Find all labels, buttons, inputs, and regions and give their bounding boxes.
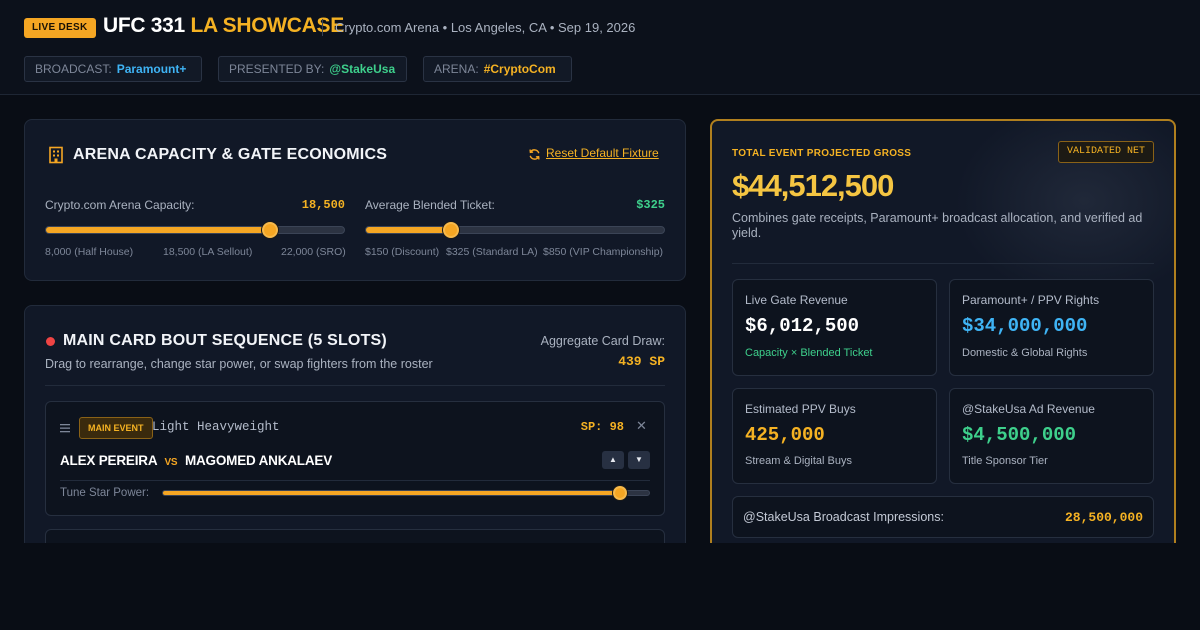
impressions-card: @StakeUsa Broadcast Impressions: 28,500,…	[732, 496, 1154, 538]
chip-value: @StakeUsa	[329, 62, 396, 76]
capacity-value: 18,500	[301, 198, 345, 212]
arena-chip[interactable]: ARENA: #CryptoCom	[423, 56, 572, 82]
card-value: $34,000,000	[962, 315, 1088, 337]
live-dot-icon	[46, 337, 55, 346]
bout-star-power: SP: 98	[580, 420, 624, 434]
chip-value: #CryptoCom	[483, 62, 556, 76]
card-value: $6,012,500	[745, 315, 860, 337]
arrow-down-icon: ▼	[635, 455, 643, 464]
validated-net-badge: VALIDATED NET	[1058, 141, 1155, 163]
aggregate-draw-label: Aggregate Card Draw:	[540, 334, 665, 348]
ad-revenue-card: @StakeUsa Ad Revenue $4,500,000 Title Sp…	[949, 388, 1154, 484]
card-sub: Capacity × Blended Ticket	[745, 347, 873, 359]
chip-key: ARENA:	[434, 62, 479, 76]
capacity-tick-mid: 18,500 (LA Sellout)	[163, 246, 253, 258]
top-header: LIVE DESK UFC 331 LA SHOWCASE Crypto.com…	[0, 0, 1200, 95]
star-power-thumb[interactable]	[612, 486, 627, 500]
capacity-tick-max: 22,000 (SRO)	[281, 246, 346, 258]
live-gate-card: Live Gate Revenue $6,012,500 Capacity × …	[732, 279, 937, 376]
vs-label: VS	[164, 457, 178, 468]
fighter-b[interactable]: MAGOMED ANKALAEV	[185, 453, 332, 468]
capacity-tick-min: 8,000 (Half House)	[45, 246, 134, 258]
card-sub: Stream & Digital Buys	[745, 455, 852, 467]
main-event-tag: MAIN EVENT	[79, 417, 153, 439]
gross-description: Combines gate receipts, Paramount+ broad…	[732, 211, 1143, 240]
summary-divider	[732, 263, 1154, 264]
event-title: UFC 331 LA SHOWCASE	[103, 14, 344, 38]
move-up-button[interactable]: ▲	[602, 451, 624, 469]
chip-key: PRESENTED BY:	[229, 62, 325, 76]
ticket-label: Average Blended Ticket:	[365, 198, 495, 212]
bout-divider	[60, 480, 650, 481]
ticket-value: $325	[636, 198, 665, 212]
star-power-slider[interactable]	[162, 486, 650, 500]
main-card-subtitle: Drag to rearrange, change star power, or…	[45, 357, 433, 371]
card-sub: Title Sponsor Tier	[962, 455, 1048, 467]
building-icon	[49, 146, 63, 164]
gross-eyebrow: TOTAL EVENT PROJECTED GROSS	[732, 148, 912, 159]
star-power-fill	[163, 491, 620, 495]
ticket-slider-fill	[366, 227, 452, 233]
card-label: @StakeUsa Ad Revenue	[962, 402, 1095, 416]
card-label: Paramount+ / PPV Rights	[962, 293, 1100, 307]
ticket-slider[interactable]	[365, 222, 665, 238]
event-title-accent: LA SHOWCASE	[190, 14, 344, 37]
tune-star-label: Tune Star Power:	[60, 487, 150, 499]
main-card-title: MAIN CARD BOUT SEQUENCE (5 SLOTS)	[63, 332, 387, 349]
card-value: $4,500,000	[962, 424, 1077, 446]
ticket-tick-min: $150 (Discount)	[365, 246, 440, 258]
chip-key: BROADCAST:	[35, 62, 112, 76]
card-sub: Domestic & Global Rights	[962, 347, 1088, 359]
arrow-up-icon: ▲	[609, 455, 617, 464]
capacity-slider-fill	[46, 227, 270, 233]
aggregate-draw-value: 439 SP	[618, 354, 665, 369]
event-title-main: UFC 331	[103, 14, 185, 37]
bout-matchup: ALEX PEREIRA VS MAGOMED ANKALAEV	[60, 453, 332, 468]
move-down-button[interactable]: ▼	[628, 451, 650, 469]
impressions-label: @StakeUsa Broadcast Impressions:	[743, 510, 944, 524]
header-divider	[322, 19, 323, 36]
ppv-rights-card: Paramount+ / PPV Rights $34,000,000 Dome…	[949, 279, 1154, 376]
broadcast-chip[interactable]: BROADCAST: Paramount+	[24, 56, 202, 82]
capacity-slider-thumb[interactable]	[261, 222, 278, 238]
remove-bout-button[interactable]: ✕	[636, 418, 647, 434]
bout-division: Light Heavyweight	[152, 420, 280, 434]
ticket-tick-mid: $325 (Standard LA)	[446, 246, 538, 258]
capacity-label: Crypto.com Arena Capacity:	[45, 198, 195, 212]
refresh-icon	[529, 149, 540, 160]
page-bottom-mask	[0, 543, 1200, 630]
live-desk-badge: LIVE DESK	[24, 18, 96, 38]
impressions-value: 28,500,000	[1064, 510, 1143, 525]
ticket-tick-max: $850 (VIP Championship)	[543, 246, 664, 258]
fighter-a[interactable]: ALEX PEREIRA	[60, 453, 157, 468]
event-meta: Crypto.com Arena • Los Angeles, CA • Sep…	[335, 20, 636, 35]
card-label: Live Gate Revenue	[745, 293, 848, 307]
reset-fixture-label: Reset Default Fixture	[546, 146, 659, 160]
drag-handle-icon[interactable]	[60, 423, 71, 433]
capacity-title: ARENA CAPACITY & GATE ECONOMICS	[73, 146, 388, 163]
ticket-slider-thumb[interactable]	[443, 222, 460, 238]
card-label: Estimated PPV Buys	[745, 402, 856, 416]
bout-card-main-event[interactable]: MAIN EVENT Light Heavyweight SP: 98 ✕ AL…	[45, 401, 665, 516]
card-value: 425,000	[745, 424, 825, 446]
chip-value: Paramount+	[116, 62, 187, 76]
capacity-slider[interactable]	[45, 222, 345, 238]
presented-by-chip[interactable]: PRESENTED BY: @StakeUsa	[218, 56, 407, 82]
gross-summary-panel: TOTAL EVENT PROJECTED GROSS VALIDATED NE…	[710, 119, 1176, 559]
ppv-buys-card: Estimated PPV Buys 425,000 Stream & Digi…	[732, 388, 937, 484]
card-divider	[45, 385, 665, 386]
gross-total: $44,512,500	[732, 168, 894, 203]
